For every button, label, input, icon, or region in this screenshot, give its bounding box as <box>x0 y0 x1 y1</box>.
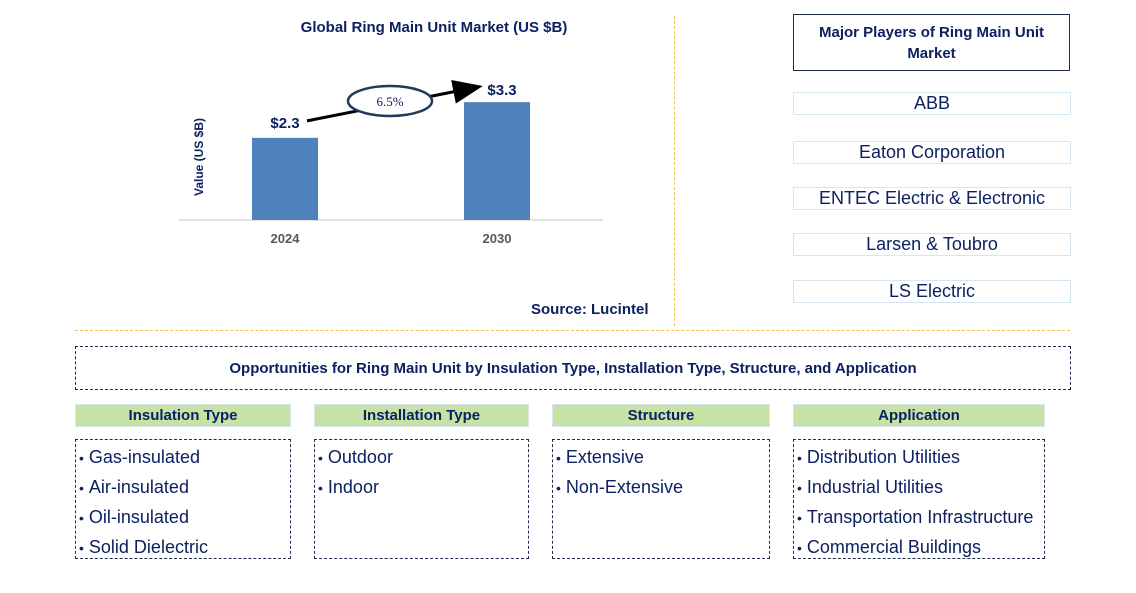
segment-item: Commercial Buildings <box>797 532 1044 562</box>
segment-heading-installation-type: Installation Type <box>314 404 529 427</box>
segment-item: Oil-insulated <box>79 502 290 532</box>
source-label: Source: Lucintel <box>531 301 649 318</box>
segment-list-insulation-type: Gas-insulated Air-insulated Oil-insulate… <box>75 439 291 559</box>
player-item: Eaton Corporation <box>793 141 1071 164</box>
market-chart: Global Ring Main Unit Market (US $B) Val… <box>179 19 603 246</box>
y-axis-label: Value (US $B) <box>192 118 206 196</box>
x-tick-label: 2030 <box>483 231 512 246</box>
data-label: $3.3 <box>487 82 516 99</box>
player-item: ABB <box>793 92 1071 115</box>
segment-list-application: Distribution Utilities Industrial Utilit… <box>793 439 1045 559</box>
x-tick-label: 2024 <box>271 231 301 246</box>
segment-item: Solid Dielectric <box>79 532 290 562</box>
segment-item: Outdoor <box>318 442 528 472</box>
segment-item: Air-insulated <box>79 472 290 502</box>
segment-item: Industrial Utilities <box>797 472 1044 502</box>
bar-2030 <box>464 102 530 220</box>
segment-item: Gas-insulated <box>79 442 290 472</box>
opportunities-title: Opportunities for Ring Main Unit by Insu… <box>75 346 1071 390</box>
segment-list-installation-type: Outdoor Indoor <box>314 439 529 559</box>
segment-item: Indoor <box>318 472 528 502</box>
segment-item: Distribution Utilities <box>797 442 1044 472</box>
player-item: Larsen & Toubro <box>793 233 1071 256</box>
horizontal-divider <box>75 330 1070 331</box>
player-item: LS Electric <box>793 280 1071 303</box>
major-players-title: Major Players of Ring Main Unit Market <box>793 14 1070 71</box>
segment-item: Extensive <box>556 442 769 472</box>
cagr-label: 6.5% <box>376 94 403 109</box>
data-label: $2.3 <box>270 115 299 132</box>
player-item: ENTEC Electric & Electronic <box>793 187 1071 210</box>
segment-heading-structure: Structure <box>552 404 770 427</box>
segment-list-structure: Extensive Non-Extensive <box>552 439 770 559</box>
segment-item: Non-Extensive <box>556 472 769 502</box>
bar-2024 <box>252 137 318 220</box>
segment-heading-insulation-type: Insulation Type <box>75 404 291 427</box>
segment-heading-application: Application <box>793 404 1045 427</box>
chart-title: Global Ring Main Unit Market (US $B) <box>301 19 568 36</box>
segment-item: Transportation Infrastructure <box>797 502 1044 532</box>
vertical-divider <box>674 16 675 326</box>
